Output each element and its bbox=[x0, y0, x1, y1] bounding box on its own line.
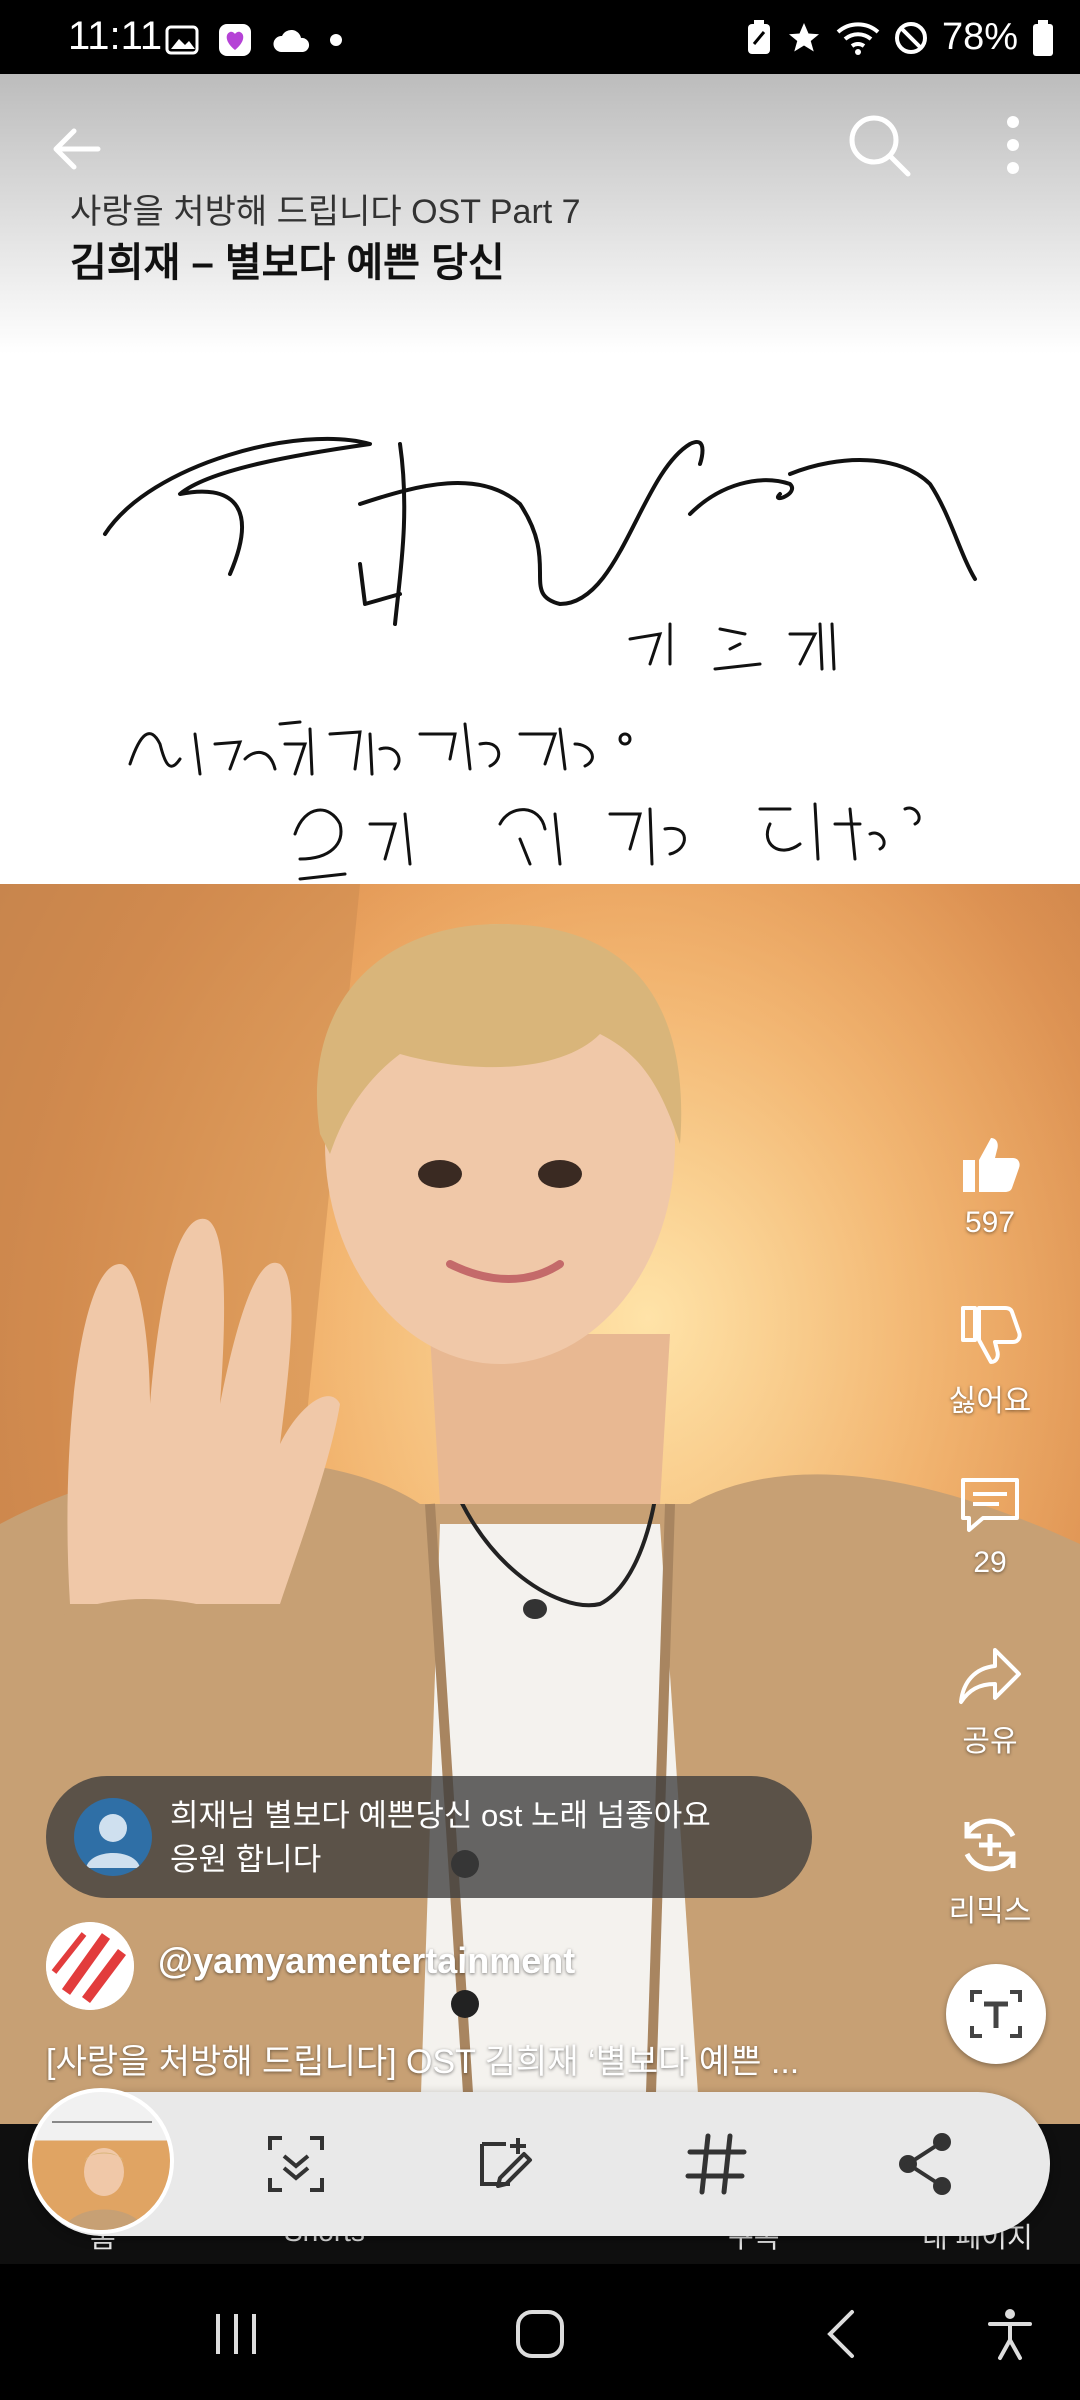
share-toolbar-icon[interactable] bbox=[890, 2128, 962, 2200]
title-banner: 사랑을 처방해 드립니다 OST Part 7 김희재 – 별보다 예쁜 당신 bbox=[0, 74, 1080, 884]
battery-percent: 78% bbox=[941, 16, 1018, 58]
app-notification-icon bbox=[219, 24, 251, 56]
dot-icon bbox=[330, 34, 342, 46]
share-button[interactable]: 공유 bbox=[935, 1640, 1045, 1760]
share-label: 공유 bbox=[962, 1725, 1018, 1758]
wifi-icon bbox=[836, 21, 880, 55]
accessibility-icon[interactable] bbox=[980, 2304, 1040, 2364]
battery-icon bbox=[1033, 19, 1053, 56]
star-icon bbox=[788, 22, 819, 51]
toolbar-thumbnail[interactable] bbox=[28, 2088, 174, 2234]
system-back-icon[interactable] bbox=[812, 2304, 872, 2364]
text-extract-button[interactable] bbox=[946, 1964, 1046, 2064]
like-count: 597 bbox=[964, 1206, 1016, 1239]
draw-icon[interactable] bbox=[470, 2128, 542, 2200]
notification-icons bbox=[165, 22, 343, 58]
dnd-icon bbox=[894, 21, 927, 54]
like-icon bbox=[963, 1138, 1020, 1192]
status-bar: 11:11 78% bbox=[0, 0, 1080, 74]
share-icon bbox=[959, 1648, 1021, 1704]
person-illustration bbox=[0, 884, 1080, 2124]
thumbnail-image bbox=[52, 2121, 152, 2230]
translate-icon bbox=[970, 1990, 1022, 2038]
video-title[interactable]: [사랑을 처방해 드립니다] OST 김희재 ‘별보다 예쁜 ... bbox=[46, 2034, 896, 2083]
nfc-icon bbox=[747, 19, 770, 54]
song-title: 김희재 – 별보다 예쁜 당신 bbox=[70, 241, 505, 285]
comment-text: 희재님 별보다 예쁜당신 ost 노래 넘좋아요 응원 합니다 bbox=[170, 1794, 790, 1882]
remix-button[interactable]: 리믹스 bbox=[935, 1810, 1045, 1930]
more-icon[interactable] bbox=[990, 108, 1036, 182]
comment-line-1: 희재님 별보다 예쁜당신 ost 노래 넘좋아요 bbox=[170, 1798, 711, 1833]
ost-subtitle: 사랑을 처방해 드립니다 OST Part 7 bbox=[70, 193, 581, 231]
channel-logo-icon bbox=[46, 1922, 134, 2010]
hashtag-icon[interactable] bbox=[680, 2128, 752, 2200]
channel-avatar[interactable] bbox=[46, 1922, 134, 2010]
system-navigation-bar bbox=[0, 2264, 1080, 2400]
remix-icon bbox=[964, 1818, 1016, 1872]
home-icon[interactable] bbox=[508, 2302, 572, 2366]
gallery-icon bbox=[165, 25, 199, 55]
handwritten-signature bbox=[103, 436, 977, 881]
remix-label: 리믹스 bbox=[948, 1895, 1032, 1928]
cloud-icon bbox=[273, 29, 310, 52]
system-status-icons: 78% bbox=[746, 16, 1054, 59]
smart-select-icon[interactable] bbox=[260, 2128, 332, 2200]
video-frame bbox=[0, 884, 1080, 2124]
video-player[interactable]: 사랑을 처방해 드립니다 OST Part 7 김희재 – 별보다 예쁜 당신 bbox=[0, 74, 1080, 2124]
dislike-label: 싫어요 bbox=[948, 1385, 1032, 1418]
comment-line-2: 응원 합니다 bbox=[170, 1842, 322, 1877]
comment-count: 29 bbox=[973, 1546, 1007, 1579]
comment-icon bbox=[961, 1478, 1019, 1532]
like-button[interactable]: 597 bbox=[935, 1130, 1045, 1240]
floating-toolbar bbox=[28, 2088, 1050, 2236]
commenter-avatar bbox=[74, 1798, 152, 1876]
dislike-icon bbox=[961, 1306, 1022, 1364]
channel-handle[interactable]: @yamyamentertainment bbox=[158, 1940, 575, 1982]
top-comment-bubble[interactable]: 희재님 별보다 예쁜당신 ost 노래 넘좋아요 응원 합니다 bbox=[46, 1776, 812, 1898]
user-icon bbox=[86, 1814, 140, 1868]
comments-button[interactable]: 29 bbox=[935, 1470, 1045, 1580]
back-icon[interactable] bbox=[44, 114, 114, 184]
recent-apps-icon[interactable] bbox=[206, 2304, 266, 2364]
search-icon[interactable] bbox=[842, 108, 916, 182]
dislike-button[interactable]: 싫어요 bbox=[935, 1300, 1045, 1420]
status-time: 11:11 bbox=[68, 14, 163, 58]
